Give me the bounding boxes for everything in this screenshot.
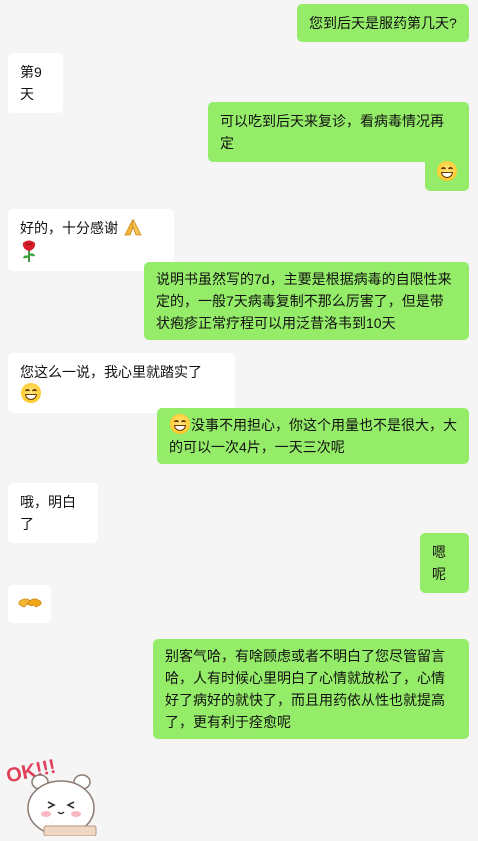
message-text: 别客气哈，有啥顾虑或者不明白了您尽管留言哈，人有时候心里明白了心情就放松了，心情… <box>165 648 445 730</box>
message-bubble-outgoing[interactable]: 嗯呢 <box>420 533 469 593</box>
message-bubble-incoming[interactable] <box>8 585 51 623</box>
message-text: 好的，十分感谢 <box>20 220 118 236</box>
folded-hands-emoji-icon <box>124 218 142 236</box>
message-text: 您这么一说，我心里就踏实了 <box>20 364 202 380</box>
message-bubble-incoming[interactable]: 哦，明白了 <box>8 483 98 543</box>
ok-bear-sticker[interactable]: OK!!! <box>4 752 108 837</box>
message-bubble-incoming[interactable]: 第9天 <box>8 53 63 113</box>
handshake-emoji-icon <box>18 598 42 608</box>
message-text: 嗯呢 <box>432 544 446 582</box>
message-bubble-outgoing[interactable]: 别客气哈，有啥顾虑或者不明白了您尽管留言哈，人有时候心里明白了心情就放松了，心情… <box>153 639 469 739</box>
message-text: 没事不用担心，你这个用量也不是很大，大的可以一次4片，一天三次呢 <box>169 417 457 455</box>
ok-bear-sticker-icon: OK!!! <box>4 756 97 837</box>
grin-emoji-icon <box>21 383 41 403</box>
grin-emoji-icon <box>437 161 457 181</box>
message-text: 可以吃到后天来复诊，看病毒情况再定 <box>220 113 444 151</box>
message-bubble-outgoing[interactable] <box>425 153 469 191</box>
message-text: 说明书虽然写的7d，主要是根据病毒的自限性来定的，一般7天病毒复制不那么厉害了，… <box>156 271 452 331</box>
message-bubble-outgoing[interactable]: 您到后天是服药第几天? <box>297 4 469 42</box>
message-bubble-incoming[interactable]: 您这么一说，我心里就踏实了 <box>8 353 235 413</box>
message-text: 您到后天是服药第几天? <box>309 15 457 31</box>
message-text: 哦，明白了 <box>20 494 76 532</box>
message-bubble-outgoing[interactable]: 说明书虽然写的7d，主要是根据病毒的自限性来定的，一般7天病毒复制不那么厉害了，… <box>144 262 469 340</box>
rose-emoji-icon <box>22 240 36 262</box>
message-bubble-outgoing[interactable]: 没事不用担心，你这个用量也不是很大，大的可以一次4片，一天三次呢 <box>157 408 469 464</box>
message-text: 第9天 <box>20 64 42 102</box>
grin-emoji-icon <box>170 414 190 434</box>
chat-area[interactable]: 您到后天是服药第几天? 第9天 可以吃到后天来复诊，看病毒情况再定 好的，十分感… <box>0 0 478 838</box>
